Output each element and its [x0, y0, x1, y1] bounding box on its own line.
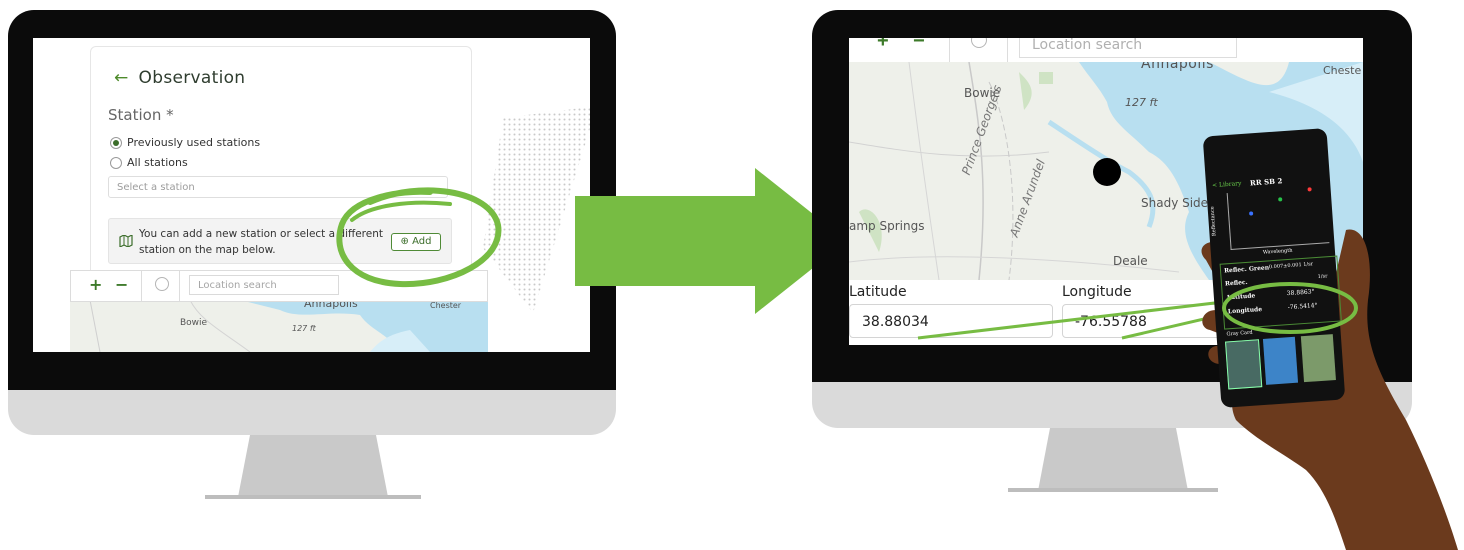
map-label-chester: Chester	[430, 301, 462, 310]
phone-thumb-2[interactable]	[1262, 336, 1299, 385]
zoom-in-button[interactable]: +	[877, 38, 889, 53]
toolbar-divider	[179, 271, 180, 301]
map-label-bowie: Bowie	[180, 318, 208, 328]
map-label-annapolis: Annapolis	[1141, 62, 1214, 72]
left-map[interactable]: Annapolis Chester Bowie 127 ft	[70, 300, 488, 352]
phone-reflec2-value: 1/sr	[1317, 273, 1328, 280]
highlight-circle-phone	[1222, 282, 1358, 334]
phone-thumb-1[interactable]	[1225, 339, 1263, 390]
arrow-left-icon[interactable]: ←	[114, 68, 129, 88]
toolbar-divider	[1007, 38, 1008, 62]
phone-thumb-3[interactable]	[1300, 334, 1336, 383]
chart-point-red	[1307, 187, 1312, 192]
radio-previously-used[interactable]	[110, 137, 122, 149]
map-label-elevation: 127 ft	[1125, 96, 1158, 109]
zoom-in-button[interactable]: +	[89, 275, 102, 294]
radio-label-all-stations: All stations	[127, 156, 188, 169]
location-search-input[interactable]: Location search	[189, 275, 339, 295]
crosshair-icon[interactable]	[971, 38, 987, 48]
phone-chart	[1226, 186, 1330, 250]
toolbar-divider	[141, 271, 142, 301]
latitude-label: Latitude	[849, 284, 907, 300]
map-label-chester: Cheste	[1323, 64, 1362, 77]
phone: < Library RR SB 2 Reflectance Wavelength…	[1202, 128, 1346, 408]
left-map-water	[89, 300, 488, 352]
left-monitor-base	[205, 495, 421, 499]
phone-reflec-value: 0.007±0.001 1/sr	[1268, 261, 1314, 271]
chart-point-green	[1278, 197, 1283, 202]
phone-x-axis: Wavelength	[1262, 247, 1293, 256]
page-title-text: Observation	[138, 68, 246, 88]
map-label-camp-springs: amp Springs	[849, 219, 925, 233]
zoom-out-button[interactable]: −	[115, 275, 128, 294]
map-icon	[119, 235, 133, 247]
phone-title: RR SB 2	[1249, 176, 1283, 188]
phone-back-text: Library	[1218, 180, 1242, 189]
station-label: Station *	[108, 106, 174, 124]
map-label-elevation: 127 ft	[292, 324, 316, 333]
radio-label-previously-used: Previously used stations	[127, 136, 261, 149]
right-map-toolbar: + − Location search	[849, 38, 1363, 62]
phone-reflec-label: Reflec. Green	[1223, 264, 1270, 275]
map-label-deale: Deale	[1113, 254, 1148, 268]
phone-y-axis: Reflectance	[1209, 206, 1218, 237]
right-monitor-base	[1008, 488, 1218, 492]
radio-all-stations[interactable]	[110, 157, 122, 169]
crosshair-icon[interactable]	[155, 277, 169, 291]
highlight-circle	[336, 187, 502, 288]
toolbar-divider	[949, 38, 950, 62]
chart-point-blue	[1249, 211, 1254, 216]
phone-back-label[interactable]: < Library	[1212, 180, 1242, 189]
left-monitor-stand	[238, 435, 388, 497]
arrow-right-icon	[575, 168, 847, 314]
location-search-input[interactable]: Location search	[1019, 38, 1237, 58]
map-label-shady-side: Shady Side	[1141, 196, 1209, 210]
right-monitor-stand	[1038, 428, 1188, 491]
zoom-out-button[interactable]: −	[913, 38, 925, 53]
page-title: ← Observation	[114, 68, 245, 88]
